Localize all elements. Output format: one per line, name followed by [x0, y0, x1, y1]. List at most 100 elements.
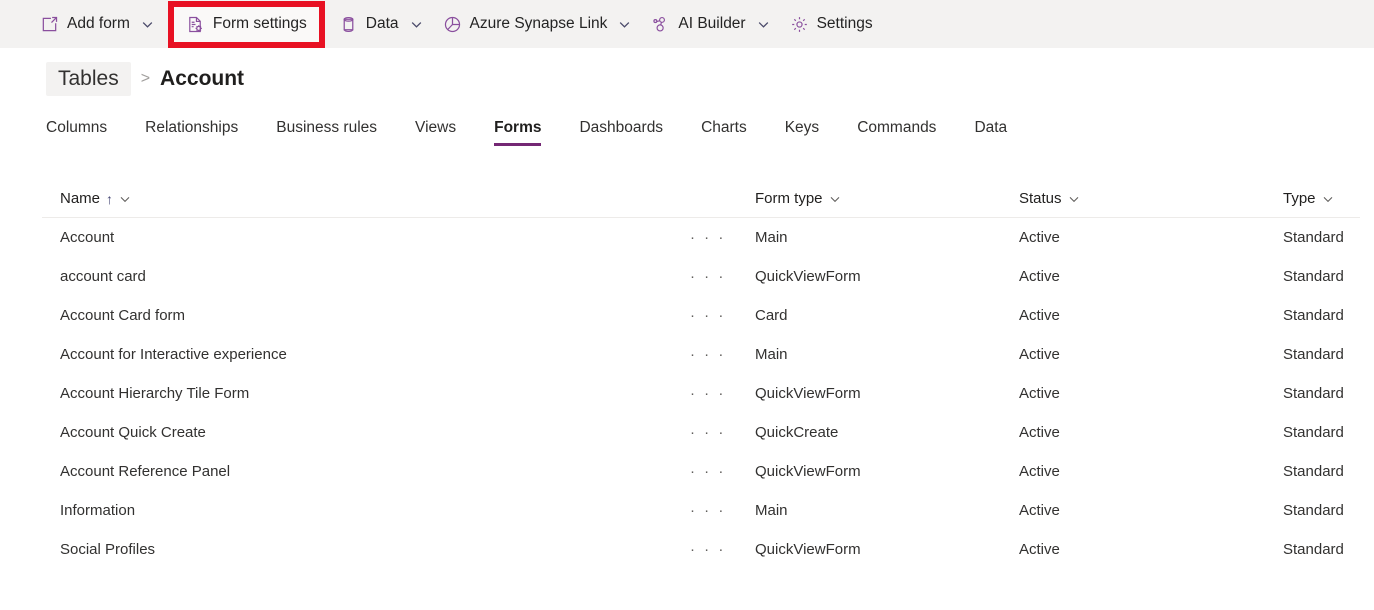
row-context-menu-button[interactable]: · · · [690, 307, 755, 324]
chevron-down-icon[interactable] [757, 18, 770, 31]
settings-button[interactable]: Settings [780, 4, 883, 44]
tab-label: Keys [785, 119, 819, 136]
cell-status: Active [1019, 541, 1283, 558]
ellipsis-icon[interactable]: · · · [690, 346, 726, 363]
ellipsis-icon[interactable]: · · · [690, 502, 726, 519]
tab-business-rules[interactable]: Business rules [276, 119, 377, 146]
tab-data[interactable]: Data [974, 119, 1007, 146]
ai-builder-button[interactable]: AI Builder [641, 4, 779, 44]
column-header-name[interactable]: Name ↑ [42, 190, 690, 207]
table-row[interactable]: Account for Interactive experience· · · M… [42, 335, 1360, 374]
tab-label: Data [974, 119, 1007, 136]
tab-forms[interactable]: Forms [494, 119, 541, 146]
ellipsis-icon[interactable]: · · · [690, 541, 726, 558]
cell-name: Account Card form [42, 307, 690, 324]
row-context-menu-button[interactable]: · · · [690, 346, 755, 363]
cell-type: Standard [1283, 229, 1374, 246]
tab-label: Columns [46, 119, 107, 136]
data-label: Data [366, 16, 399, 32]
cell-form-type: QuickViewForm [755, 463, 1019, 480]
ellipsis-icon[interactable]: · · · [690, 268, 726, 285]
ellipsis-icon[interactable]: · · · [690, 307, 726, 324]
table-row[interactable]: account card· · ·QuickViewFormActiveStan… [42, 257, 1360, 296]
cell-form-type: QuickViewForm [755, 385, 1019, 402]
chevron-down-icon[interactable] [141, 18, 154, 31]
settings-label: Settings [817, 16, 873, 32]
sort-ascending-icon: ↑ [106, 192, 113, 206]
cell-status: Active [1019, 229, 1283, 246]
table-row[interactable]: Account Card form· · ·CardActiveStandard [42, 296, 1360, 335]
ai-builder-label: AI Builder [678, 16, 745, 32]
row-context-menu-button[interactable]: · · · [690, 502, 755, 519]
cell-name: Information [42, 502, 690, 519]
cell-form-type: Main [755, 229, 1019, 246]
data-button[interactable]: Data [329, 4, 433, 44]
tab-label: Commands [857, 119, 936, 136]
tab-relationships[interactable]: Relationships [145, 119, 238, 146]
cell-form-type: QuickViewForm [755, 268, 1019, 285]
chevron-down-icon[interactable] [119, 193, 131, 205]
tab-views[interactable]: Views [415, 119, 456, 146]
table-row[interactable]: Account· · ·MainActiveStandard [42, 218, 1360, 257]
table-row[interactable]: Information· · ·MainActiveStandard [42, 491, 1360, 530]
cell-form-type: Main [755, 346, 1019, 363]
cell-status: Active [1019, 268, 1283, 285]
grid-body: Account· · ·MainActiveStandardaccount ca… [42, 218, 1360, 569]
row-context-menu-button[interactable]: · · · [690, 385, 755, 402]
column-header-type[interactable]: Type [1283, 190, 1374, 207]
tab-label: Business rules [276, 119, 377, 136]
ellipsis-icon[interactable]: · · · [690, 229, 726, 246]
chevron-down-icon[interactable] [829, 193, 841, 205]
add-form-icon [40, 15, 59, 34]
tab-charts[interactable]: Charts [701, 119, 747, 146]
tab-columns[interactable]: Columns [46, 119, 107, 146]
cell-type: Standard [1283, 307, 1374, 324]
row-context-menu-button[interactable]: · · · [690, 229, 755, 246]
page-title: Account [160, 67, 244, 91]
row-context-menu-button[interactable]: · · · [690, 463, 755, 480]
table-row[interactable]: Social Profiles· · ·QuickViewFormActiveS… [42, 530, 1360, 569]
column-header-form-type[interactable]: Form type [755, 190, 1019, 207]
entity-tabs: Columns Relationships Business rules Vie… [0, 108, 1374, 146]
tab-dashboards[interactable]: Dashboards [579, 119, 663, 146]
breadcrumb-item-tables[interactable]: Tables [46, 62, 131, 96]
tab-label: Relationships [145, 119, 238, 136]
table-row[interactable]: Account Quick Create· · ·QuickCreateActi… [42, 413, 1360, 452]
add-form-label: Add form [67, 16, 130, 32]
chevron-down-icon[interactable] [618, 18, 631, 31]
table-row[interactable]: Account Reference Panel· · · QuickViewFor… [42, 452, 1360, 491]
cell-type: Standard [1283, 463, 1374, 480]
column-header-label: Status [1019, 190, 1062, 207]
chevron-down-icon[interactable] [410, 18, 423, 31]
ellipsis-icon[interactable]: · · · [690, 463, 726, 480]
row-context-menu-button[interactable]: · · · [690, 541, 755, 558]
row-context-menu-button[interactable]: · · · [690, 268, 755, 285]
chevron-down-icon[interactable] [1068, 193, 1080, 205]
cell-form-type: Card [755, 307, 1019, 324]
azure-synapse-link-button[interactable]: Azure Synapse Link [433, 4, 642, 44]
cell-type: Standard [1283, 385, 1374, 402]
form-settings-button[interactable]: Form settings [176, 8, 317, 41]
tab-commands[interactable]: Commands [857, 119, 936, 146]
breadcrumb: Tables > Account [0, 48, 1374, 96]
cell-name: Account for Interactive experience [42, 346, 690, 363]
cell-name: Account Reference Panel [42, 463, 690, 480]
gear-icon [790, 15, 809, 34]
column-header-label: Form type [755, 190, 823, 207]
ellipsis-icon[interactable]: · · · [690, 385, 726, 402]
cell-status: Active [1019, 385, 1283, 402]
ellipsis-icon[interactable]: · · · [690, 424, 726, 441]
cell-status: Active [1019, 424, 1283, 441]
table-row[interactable]: Account Hierarchy Tile Form· · ·QuickVie… [42, 374, 1360, 413]
tab-keys[interactable]: Keys [785, 119, 819, 146]
grid-header-row: Name ↑ Form type Status Type [42, 180, 1360, 218]
forms-grid: Name ↑ Form type Status Type Account· [0, 180, 1374, 569]
form-settings-highlight-box: Form settings [168, 1, 325, 48]
cell-status: Active [1019, 502, 1283, 519]
column-header-status[interactable]: Status [1019, 190, 1283, 207]
tab-label: Forms [494, 119, 541, 136]
row-context-menu-button[interactable]: · · · [690, 424, 755, 441]
cell-status: Active [1019, 307, 1283, 324]
chevron-down-icon[interactable] [1322, 193, 1334, 205]
add-form-button[interactable]: Add form [30, 4, 164, 44]
